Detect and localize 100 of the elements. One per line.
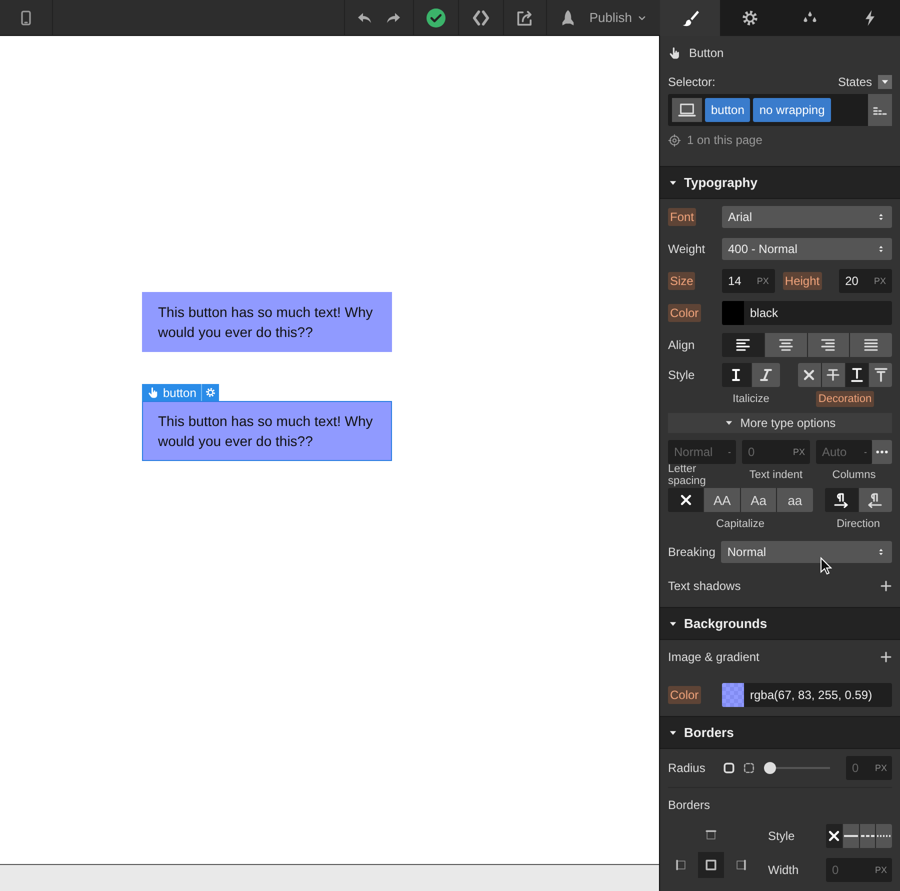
font-select[interactable]: Arial [722, 206, 892, 228]
align-button[interactable] [722, 333, 764, 357]
font-label: Font [668, 208, 696, 226]
check-circle-icon [426, 8, 446, 28]
color-label: Color [668, 686, 701, 704]
border-side-button[interactable] [698, 852, 724, 878]
unit-label: PX [792, 447, 805, 457]
selector-field[interactable]: button no wrapping [668, 94, 892, 126]
element-tag[interactable]: button [142, 384, 220, 401]
device-button[interactable] [672, 98, 702, 122]
style-label: Style [668, 368, 695, 382]
weight-label: Weight [668, 242, 706, 256]
add-button[interactable] [880, 651, 892, 663]
section-header[interactable]: Borders [660, 716, 900, 749]
class-chip[interactable]: button [705, 98, 750, 122]
capitalize-label: Capitalize [716, 518, 764, 530]
page-button[interactable]: This button has so much text! Why would you ever do this?? [142, 401, 392, 461]
class-chip[interactable]: no wrapping [753, 98, 831, 122]
section-header[interactable]: Backgrounds [660, 607, 900, 640]
style-label: Style [767, 829, 796, 843]
dotted-line-icon [877, 834, 892, 838]
slider-thumb[interactable] [764, 762, 776, 774]
states-dropdown[interactable] [878, 75, 892, 89]
columns-label: Columns [832, 469, 876, 481]
color-field[interactable]: black [722, 301, 892, 325]
text-shadows-label: Text shadows [668, 579, 741, 593]
phone-icon [18, 8, 34, 26]
align-button[interactable] [808, 333, 850, 357]
align-label: Align [668, 338, 695, 352]
unit-label: - [728, 447, 731, 457]
page-button[interactable]: This button has so much text! Why would you ever do this?? [142, 292, 392, 352]
unit-label: - [864, 447, 867, 457]
text-indent-label: Text indent [749, 469, 803, 481]
code-brackets-icon [471, 8, 492, 26]
decoration-label: Decoration [816, 391, 874, 407]
size-field[interactable]: 14 PX [722, 269, 775, 293]
align-center-icon [778, 337, 794, 353]
target-icon [668, 134, 681, 146]
italic-button[interactable] [752, 363, 780, 387]
all-borders-icon [704, 858, 718, 872]
states-label: States [838, 75, 872, 89]
right-border-icon [734, 858, 748, 872]
capitalize-button[interactable]: aa [777, 488, 813, 512]
unit-label: PX [874, 865, 887, 875]
borders-label: Borders [668, 798, 710, 812]
capitalize-button[interactable] [668, 488, 704, 512]
add-button[interactable] [880, 580, 892, 592]
plus-icon [880, 651, 892, 663]
top-border-icon [704, 828, 718, 842]
more-button[interactable] [872, 440, 892, 464]
section-header[interactable]: Typography [660, 166, 900, 199]
plus-icon [880, 580, 892, 592]
height-field[interactable]: 20 PX [839, 269, 892, 293]
panel-tab[interactable] [720, 0, 780, 36]
more-type-options-button[interactable]: More type options [668, 413, 892, 433]
direction-label: Direction [836, 518, 880, 530]
capitalize-button[interactable]: Aa [740, 488, 776, 512]
align-justify-icon [863, 337, 880, 353]
element-type: Button [689, 46, 724, 60]
gear-icon [205, 387, 216, 398]
size-label: Size [668, 272, 696, 290]
selector-label: Selector: [668, 75, 716, 89]
underline-icon [848, 367, 865, 383]
dashed-line-icon [860, 834, 874, 838]
capitalize-button[interactable]: AA [704, 488, 740, 512]
italic-i-icon [758, 367, 774, 383]
border-style-button[interactable] [826, 824, 842, 848]
overline-icon [872, 367, 889, 383]
italic-button[interactable] [722, 363, 750, 387]
align-right-icon [820, 337, 836, 353]
image-gradient-label: Image & gradient [668, 650, 760, 664]
gear-icon [741, 9, 759, 27]
radius-label: Radius [668, 761, 706, 775]
solid-line-icon [844, 834, 858, 838]
unit-label: PX [874, 763, 887, 773]
pointer-hand-icon [668, 46, 681, 60]
height-label: Height [782, 272, 822, 290]
width-label: Width [767, 863, 800, 877]
left-border-icon [674, 858, 688, 872]
align-left-icon [734, 337, 751, 353]
x-icon [826, 828, 842, 844]
weight-select[interactable]: 400 - Normal [722, 238, 892, 260]
monitor-icon [677, 101, 697, 119]
brush-icon [681, 9, 699, 27]
border-style-button[interactable] [860, 824, 876, 848]
direction-button[interactable] [824, 488, 858, 512]
pointer-hand-icon [147, 386, 159, 398]
color-label: Color [668, 304, 701, 322]
strikethrough-icon [825, 367, 842, 383]
color-field[interactable]: rgba(67, 83, 255, 0.59) [722, 683, 892, 707]
decoration-button[interactable] [846, 363, 868, 387]
mouse-cursor-icon [820, 557, 832, 575]
export-icon [516, 8, 534, 26]
breaking-select[interactable]: Normal [721, 541, 892, 563]
paragraph-right-arrow-icon [833, 492, 850, 508]
paragraph-left-arrow-icon [867, 492, 884, 508]
decoration-button[interactable] [822, 363, 844, 387]
panel-tab[interactable] [660, 0, 720, 36]
letter-spacing-label: Letter spacing [668, 463, 707, 487]
selector-menu-button[interactable] [868, 94, 892, 126]
